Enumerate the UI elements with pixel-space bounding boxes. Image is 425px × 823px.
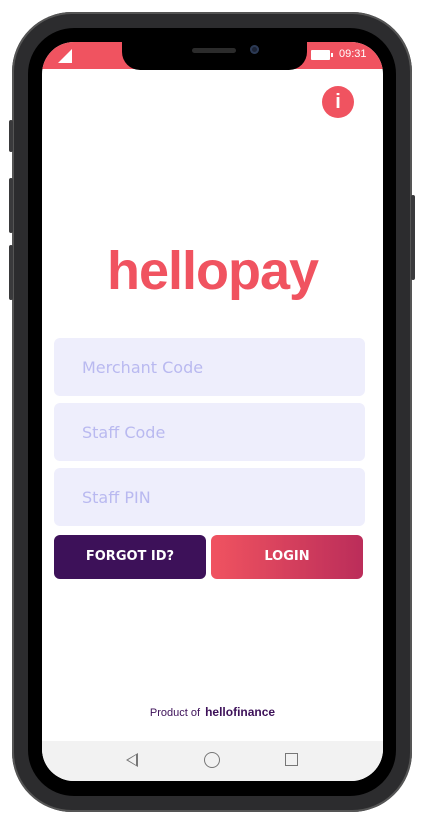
info-icon: i: [335, 91, 341, 113]
forgot-id-button[interactable]: FORGOT ID?: [54, 535, 206, 579]
speaker-grille: [192, 48, 236, 53]
android-nav-bar: [42, 741, 383, 781]
product-of-label: Product of: [149, 707, 201, 719]
volume-down-button: [9, 245, 13, 300]
login-button[interactable]: LOGIN: [211, 535, 363, 579]
power-button: [411, 195, 415, 280]
app-screen: 09:31 i hellopay FORGOT ID? LOGIN Produc…: [42, 42, 383, 781]
battery-icon: [311, 50, 333, 60]
mute-switch: [9, 120, 13, 152]
info-button[interactable]: i: [322, 86, 354, 118]
recent-apps-icon[interactable]: [285, 753, 298, 766]
volume-up-button: [9, 178, 13, 233]
staff-pin-input[interactable]: [54, 468, 365, 526]
product-of-footer: Product of hellofinance: [42, 705, 383, 719]
signal-icon: [58, 49, 72, 63]
back-icon[interactable]: [126, 753, 138, 767]
front-camera: [250, 45, 259, 54]
home-icon[interactable]: [204, 752, 220, 768]
notch: [122, 42, 307, 70]
hellofinance-logo: hellofinance: [205, 705, 276, 719]
merchant-code-input[interactable]: [54, 338, 365, 396]
status-time: 09:31: [339, 48, 367, 60]
hellopay-logo: hellopay: [106, 241, 319, 301]
staff-code-input[interactable]: [54, 403, 365, 461]
